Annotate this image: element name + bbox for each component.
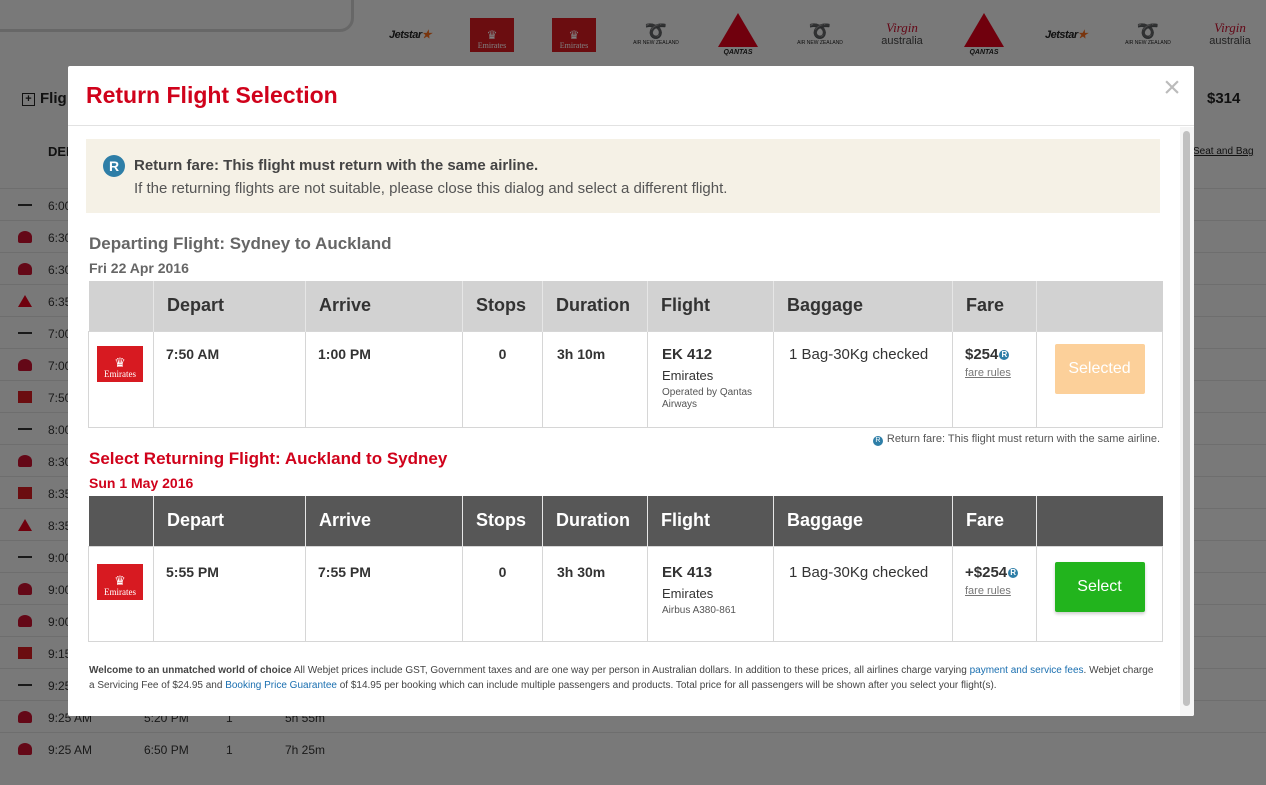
table-header-row: Depart Arrive Stops Duration Flight Bagg… <box>88 281 1163 331</box>
fare-price: +$254 R <box>965 564 1024 581</box>
return-flight-modal: Return Flight Selection × R Return fare:… <box>68 66 1194 716</box>
column-header-duration: Duration <box>542 496 648 546</box>
table-row: ♛ Emirates 7:50 AM 1:00 PM 0 3h 10m EK 41… <box>88 330 1163 428</box>
flight-code: EK 412 <box>662 345 713 363</box>
duration: 3h 30m <box>542 545 648 642</box>
column-header-action <box>1036 496 1163 546</box>
duration: 3h 10m <box>542 330 648 428</box>
flight-info: EK 412 Emirates Operated by Qantas Airwa… <box>647 330 774 428</box>
disclaimer-text: All Webjet prices include GST, Governmen… <box>291 665 970 676</box>
column-header-baggage: Baggage <box>773 281 953 331</box>
table-header-row: Depart Arrive Stops Duration Flight Bagg… <box>88 496 1163 546</box>
payment-fees-link[interactable]: payment and service fees <box>970 665 1084 676</box>
airline-logo-cell: ♛ Emirates <box>88 545 154 642</box>
modal-scrollbar[interactable] <box>1180 127 1194 716</box>
baggage: 1 Bag-30Kg checked <box>773 330 953 428</box>
selected-button: Selected <box>1054 343 1145 394</box>
select-button[interactable]: Select <box>1054 561 1145 612</box>
notice-text: If the returning flights are not suitabl… <box>134 180 728 197</box>
scrollbar-thumb[interactable] <box>1183 131 1190 706</box>
disclaimer-heading: Welcome to an unmatched world of choice <box>89 665 292 676</box>
modal-title: Return Flight Selection <box>86 82 338 108</box>
return-fare-footnote: R Return fare: This flight must return wi… <box>872 433 1160 446</box>
column-header-duration: Duration <box>542 281 648 331</box>
column-header <box>88 281 154 331</box>
fare-rules-link[interactable]: fare rules <box>965 367 1011 379</box>
return-fare-icon: R <box>103 155 125 177</box>
airline-logo-cell: ♛ Emirates <box>88 330 154 428</box>
departing-title: Departing Flight: Sydney to Auckland <box>89 234 392 253</box>
emirates-logo: ♛ Emirates <box>97 345 143 382</box>
depart-time: 7:50 AM <box>153 330 306 428</box>
column-header <box>88 496 154 546</box>
table-row: ♛ Emirates 5:55 PM 7:55 PM 0 3h 30m EK 41… <box>88 545 1163 642</box>
close-icon[interactable]: × <box>1160 72 1184 104</box>
departing-date: Fri 22 Apr 2016 <box>89 260 189 276</box>
return-fare-icon: R <box>999 349 1010 360</box>
column-header-stops: Stops <box>462 281 543 331</box>
arrive-time: 1:00 PM <box>305 330 463 428</box>
column-header-flight: Flight <box>647 496 774 546</box>
returning-title: Select Returning Flight: Auckland to Syd… <box>89 449 448 468</box>
flight-operator-note: Operated by Qantas Airways <box>662 386 753 410</box>
pricing-disclaimer: Welcome to an unmatched world of choice … <box>89 663 1161 693</box>
column-header-arrive: Arrive <box>305 281 463 331</box>
modal-body: R Return fare: This flight must return w… <box>68 127 1180 716</box>
action-cell: Selected <box>1036 330 1163 428</box>
notice-heading: Return fare: This flight must return wit… <box>134 157 539 174</box>
disclaimer-text: of $14.95 per booking which can include … <box>336 680 997 691</box>
flight-code: EK 413 <box>662 563 713 581</box>
column-header-fare: Fare <box>952 281 1037 331</box>
column-header-arrive: Arrive <box>305 496 463 546</box>
fare-price: $254 R <box>965 346 1024 363</box>
column-header-depart: Depart <box>153 496 306 546</box>
flight-aircraft-note: Airbus A380-861 <box>662 604 736 616</box>
column-header-action <box>1036 281 1163 331</box>
arrive-time: 7:55 PM <box>305 545 463 642</box>
return-fare-icon: R <box>872 436 883 446</box>
return-fare-icon: R <box>1008 567 1019 578</box>
flight-info: EK 413 Emirates Airbus A380-861 <box>647 545 774 642</box>
fare-rules-link[interactable]: fare rules <box>965 585 1011 597</box>
flight-airline: Emirates <box>662 367 714 383</box>
modal-header: Return Flight Selection × <box>68 66 1194 126</box>
baggage: 1 Bag-30Kg checked <box>773 545 953 642</box>
column-header-baggage: Baggage <box>773 496 953 546</box>
return-fare-notice: R Return fare: This flight must return w… <box>86 139 1160 213</box>
flight-airline: Emirates <box>662 585 714 601</box>
returning-date: Sun 1 May 2016 <box>89 475 194 491</box>
stops: 0 <box>462 330 543 428</box>
action-cell: Select <box>1036 545 1163 642</box>
returning-flight-table: Depart Arrive Stops Duration Flight Bagg… <box>88 496 1163 642</box>
column-header-stops: Stops <box>462 496 543 546</box>
booking-price-guarantee-link[interactable]: Booking Price Guarantee <box>225 680 337 691</box>
emirates-logo: ♛ Emirates <box>97 563 143 600</box>
column-header-flight: Flight <box>647 281 774 331</box>
footnote-text: Return fare: This flight must return wit… <box>886 433 1160 445</box>
departing-flight-table: Depart Arrive Stops Duration Flight Bagg… <box>88 281 1163 428</box>
fare-cell: +$254 R fare rules <box>952 545 1037 642</box>
column-header-fare: Fare <box>952 496 1037 546</box>
depart-time: 5:55 PM <box>153 545 306 642</box>
fare-cell: $254 R fare rules <box>952 330 1037 428</box>
stops: 0 <box>462 545 543 642</box>
column-header-depart: Depart <box>153 281 306 331</box>
